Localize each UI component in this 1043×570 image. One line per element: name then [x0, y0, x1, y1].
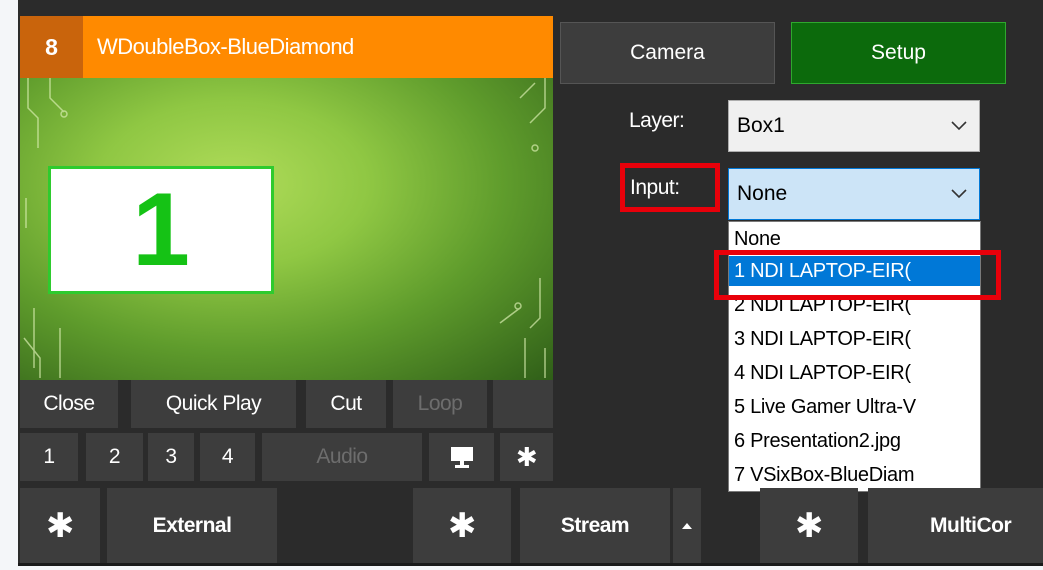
- monitor-button[interactable]: [429, 433, 494, 481]
- gear-icon: ✱: [795, 506, 824, 545]
- blank-button[interactable]: [493, 380, 553, 428]
- chevron-down-icon: [951, 169, 967, 219]
- multicorder-settings-button[interactable]: ✱: [760, 488, 858, 563]
- overlay-2-button[interactable]: 2: [86, 433, 143, 481]
- option-highlight: [714, 250, 1001, 300]
- stream-dropdown-button[interactable]: [673, 488, 701, 563]
- input-number: 8: [20, 16, 83, 78]
- external-settings-button[interactable]: ✱: [20, 488, 100, 563]
- layer-label: Layer:: [629, 109, 685, 132]
- chevron-down-icon: [951, 101, 967, 151]
- input-select-value: None: [737, 182, 788, 205]
- monitor-icon: [450, 447, 473, 468]
- multicorder-button[interactable]: MultiCor: [868, 488, 1043, 563]
- input-select[interactable]: None: [728, 168, 980, 220]
- overlay-1-button[interactable]: 1: [20, 433, 78, 481]
- external-button[interactable]: External: [107, 488, 277, 563]
- loop-button[interactable]: Loop: [393, 380, 487, 428]
- overlay-3-button[interactable]: 3: [148, 433, 194, 481]
- input-title: WDoubleBox-BlueDiamond: [97, 34, 354, 59]
- input-option-7[interactable]: 7 VSixBox-BlueDiam: [729, 460, 980, 490]
- layer-box: 1: [48, 166, 274, 294]
- gear-icon: ✱: [448, 506, 477, 545]
- caret-up-icon: [682, 522, 692, 529]
- setup-tab[interactable]: Setup: [791, 22, 1006, 84]
- input-option-5[interactable]: 5 Live Gamer Ultra-V: [729, 392, 980, 422]
- input-option-3[interactable]: 3 NDI LAPTOP-EIR(: [729, 324, 980, 354]
- layer-select[interactable]: Box1: [728, 100, 980, 152]
- input-option-6[interactable]: 6 Presentation2.jpg: [729, 426, 980, 456]
- quick-play-button[interactable]: Quick Play: [131, 380, 296, 428]
- bottom-edge: [18, 563, 1043, 566]
- layer-select-value: Box1: [737, 114, 785, 137]
- audio-button[interactable]: Audio: [262, 433, 422, 481]
- overlay-4-button[interactable]: 4: [200, 433, 255, 481]
- stream-settings-button[interactable]: ✱: [413, 488, 511, 563]
- input-option-4[interactable]: 4 NDI LAPTOP-EIR(: [729, 358, 980, 388]
- input-preview[interactable]: 1: [20, 78, 553, 380]
- settings-button[interactable]: ✱: [500, 433, 553, 481]
- camera-tab[interactable]: Camera: [560, 22, 775, 84]
- layer-box-number: 1: [132, 172, 190, 288]
- cut-button[interactable]: Cut: [306, 380, 386, 428]
- input-label-highlight: [620, 163, 720, 212]
- gear-icon: ✱: [515, 441, 538, 472]
- close-button[interactable]: Close: [20, 380, 118, 428]
- gear-icon: ✱: [46, 506, 75, 545]
- stream-button[interactable]: Stream: [520, 488, 670, 563]
